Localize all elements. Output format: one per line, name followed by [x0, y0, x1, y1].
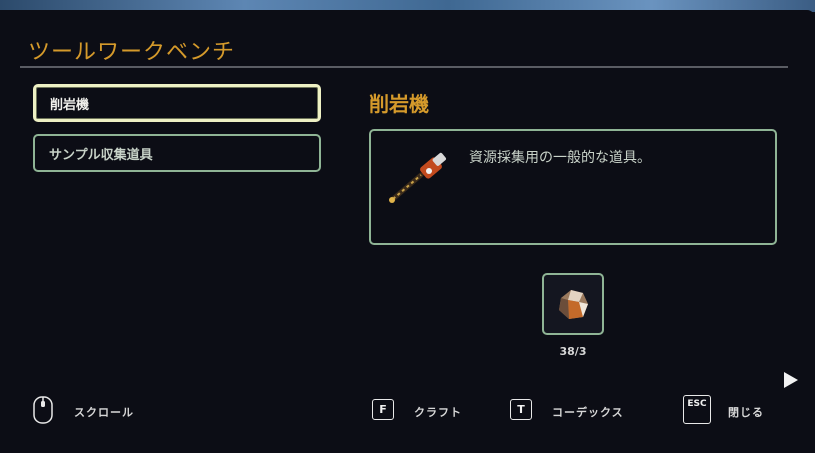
craft-hint-label[interactable]: クラフト: [414, 404, 462, 420]
ore-icon: [559, 290, 588, 319]
codex-key[interactable]: T: [510, 399, 532, 420]
item-name: 削岩機: [369, 92, 429, 116]
recipe-item-drill[interactable]: 削岩機: [33, 84, 321, 122]
item-description-box: 資源採集用の一般的な道具。: [369, 129, 777, 245]
window-title: ツールワークベンチ: [28, 40, 236, 65]
ingredient-count: 38/3: [559, 345, 587, 358]
item-description: 資源採集用の一般的な道具。: [469, 150, 651, 166]
recipe-item-label: 削岩機: [50, 97, 90, 113]
recipe-item-sample-tool[interactable]: サンプル収集道具: [33, 134, 321, 172]
title-divider: [20, 66, 788, 68]
next-page-arrow-icon[interactable]: [784, 372, 798, 388]
craft-key[interactable]: F: [372, 399, 394, 420]
mouse-icon: [33, 396, 53, 424]
scroll-hint-label: スクロール: [74, 406, 134, 419]
codex-hint-label[interactable]: コーデックス: [552, 404, 624, 420]
close-key[interactable]: ESC: [683, 395, 711, 424]
drill-icon: [389, 152, 446, 203]
ingredient-slot[interactable]: [542, 273, 604, 335]
recipe-item-label: サンプル収集道具: [49, 147, 153, 163]
close-hint-label[interactable]: 閉じる: [728, 404, 764, 420]
